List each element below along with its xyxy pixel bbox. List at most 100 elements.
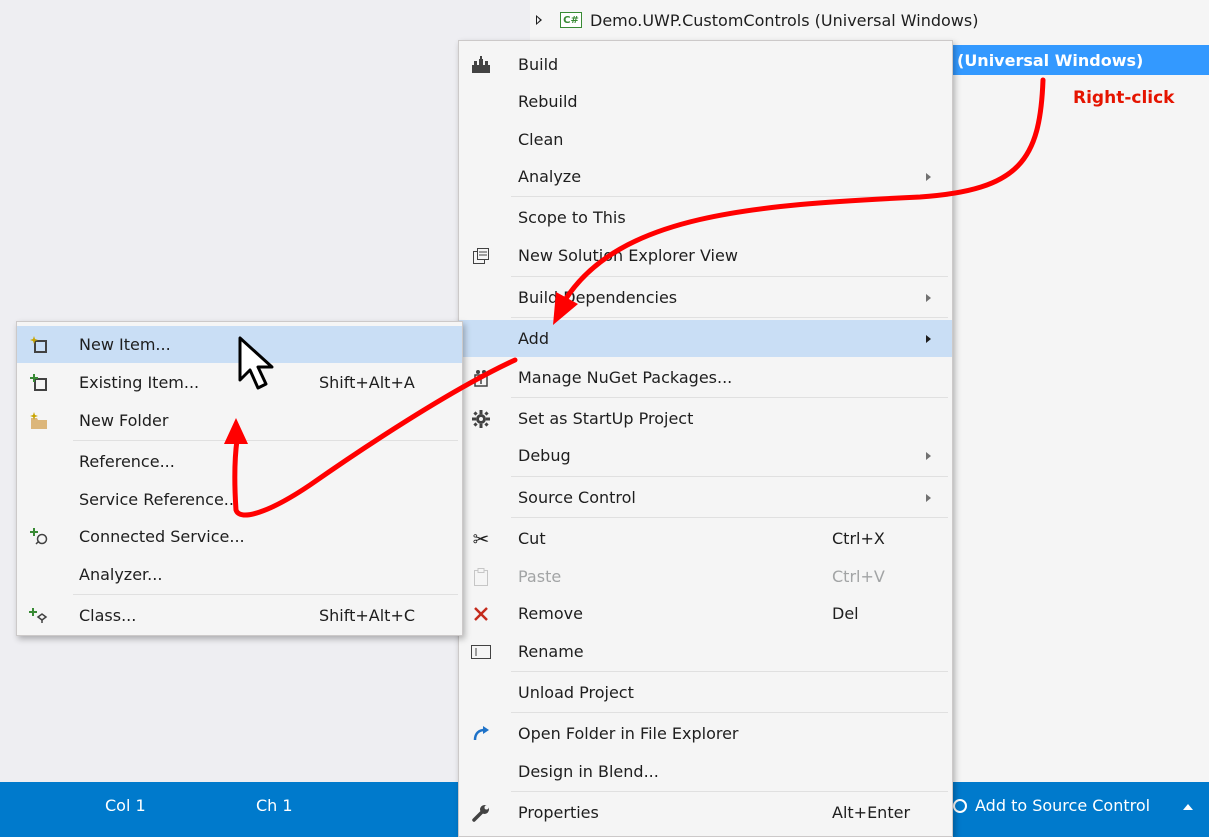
submenu-arrow-icon [926, 293, 931, 302]
menu-item-debug[interactable]: Debug [459, 437, 952, 474]
csharp-project-icon: C# [560, 12, 582, 28]
menu-item-clean[interactable]: Clean [459, 121, 952, 158]
menu-item-label: New Solution Explorer View [518, 246, 738, 265]
scissors-icon: ✂ [472, 526, 490, 551]
menu-item-remove[interactable]: Remove Del [459, 595, 952, 632]
right-click-annotation: Right-click [1073, 88, 1175, 108]
menu-separator [511, 671, 948, 672]
menu-item-label: Paste [518, 567, 562, 586]
menu-item-set-startup[interactable]: Set as StartUp Project [459, 400, 952, 437]
mouse-cursor-icon [238, 336, 274, 390]
submenu-item-label: Connected Service... [79, 527, 245, 546]
submenu-item-label: Existing Item... [79, 373, 200, 392]
menu-item-shortcut: Ctrl+V [832, 567, 885, 586]
menu-item-paste: Paste Ctrl+V [459, 558, 952, 595]
new-view-icon [471, 246, 491, 266]
menu-item-label: Manage NuGet Packages... [518, 368, 733, 387]
menu-item-shortcut: Ctrl+X [832, 529, 885, 548]
submenu-item-new-folder[interactable]: New Folder [17, 402, 462, 439]
status-ch: Ch 1 [256, 796, 293, 815]
menu-separator [511, 196, 948, 197]
menu-item-build[interactable]: Build [459, 46, 952, 83]
menu-item-label: Add [518, 329, 549, 348]
new-item-icon [29, 335, 49, 355]
submenu-item-class[interactable]: Class... Shift+Alt+C [17, 597, 462, 634]
menu-separator [511, 276, 948, 277]
build-icon [471, 55, 491, 75]
menu-item-label: Analyze [518, 167, 582, 186]
submenu-arrow-icon [926, 334, 931, 343]
submenu-item-label: New Item... [79, 335, 171, 354]
rename-icon [471, 642, 491, 662]
submenu-arrow-icon [926, 493, 931, 502]
add-to-source-control-button[interactable]: Add to Source Control [975, 796, 1150, 815]
new-folder-icon [29, 411, 49, 431]
chevron-up-icon[interactable] [1183, 804, 1193, 810]
menu-separator [511, 476, 948, 477]
menu-item-label: Build [518, 55, 559, 74]
paste-icon [471, 567, 491, 587]
menu-item-label: Properties [518, 803, 599, 822]
submenu-item-label: Service Reference... [79, 490, 240, 509]
menu-item-analyze[interactable]: Analyze [459, 158, 952, 195]
class-icon [29, 606, 49, 626]
remove-icon [471, 604, 491, 624]
source-control-icon [953, 799, 967, 813]
menu-item-manage-nuget[interactable]: Manage NuGet Packages... [459, 359, 952, 396]
submenu-item-shortcut: Shift+Alt+A [319, 373, 415, 392]
expand-arrow-icon[interactable] [536, 15, 542, 25]
menu-separator [511, 397, 948, 398]
connected-service-icon [29, 527, 49, 547]
gear-icon [471, 409, 491, 429]
submenu-item-label: Class... [79, 606, 137, 625]
menu-item-rename[interactable]: Rename [459, 633, 952, 670]
menu-item-label: Rebuild [518, 92, 578, 111]
menu-separator [73, 594, 458, 595]
menu-separator [511, 712, 948, 713]
menu-item-rebuild[interactable]: Rebuild [459, 83, 952, 120]
submenu-item-label: New Folder [79, 411, 169, 430]
menu-separator [511, 791, 948, 792]
menu-item-label: Clean [518, 130, 564, 149]
context-menu: Build Rebuild Clean Analyze Scope to Thi… [458, 40, 953, 837]
menu-item-shortcut: Alt+Enter [832, 803, 911, 822]
menu-item-new-solution-explorer-view[interactable]: New Solution Explorer View [459, 237, 952, 274]
tree-item-label: Demo.UWP.CustomControls (Universal Windo… [590, 10, 979, 30]
menu-item-scope-to-this[interactable]: Scope to This [459, 199, 952, 236]
submenu-item-reference[interactable]: Reference... [17, 443, 462, 480]
menu-item-add[interactable]: Add [459, 320, 952, 357]
nuget-icon [471, 368, 491, 388]
submenu-item-label: Reference... [79, 452, 175, 471]
submenu-arrow-icon [926, 172, 931, 181]
submenu-item-service-reference[interactable]: Service Reference... [17, 481, 462, 518]
menu-item-design-in-blend[interactable]: Design in Blend... [459, 753, 952, 790]
menu-item-label: Rename [518, 642, 584, 661]
menu-item-build-dependencies[interactable]: Build Dependencies [459, 279, 952, 316]
submenu-item-analyzer[interactable]: Analyzer... [17, 556, 462, 593]
menu-separator [511, 317, 948, 318]
menu-item-unload-project[interactable]: Unload Project [459, 674, 952, 711]
existing-item-icon [29, 373, 49, 393]
wrench-icon [471, 803, 491, 823]
menu-item-label: Cut [518, 529, 546, 548]
menu-item-label: Unload Project [518, 683, 634, 702]
menu-item-label: Open Folder in File Explorer [518, 724, 739, 743]
menu-item-label: Design in Blend... [518, 762, 659, 781]
menu-item-cut[interactable]: ✂ Cut Ctrl+X [459, 520, 952, 557]
status-col: Col 1 [105, 796, 146, 815]
tree-item-custom-controls[interactable]: C# Demo.UWP.CustomControls (Universal Wi… [530, 5, 1209, 35]
submenu-item-connected-service[interactable]: Connected Service... [17, 518, 462, 555]
menu-item-properties[interactable]: Properties Alt+Enter [459, 794, 952, 831]
menu-item-shortcut: Del [832, 604, 859, 623]
menu-separator [73, 440, 458, 441]
menu-item-label: Build Dependencies [518, 288, 678, 307]
menu-separator [511, 517, 948, 518]
open-folder-icon [471, 724, 491, 744]
menu-item-label: Remove [518, 604, 583, 623]
menu-item-label: Set as StartUp Project [518, 409, 694, 428]
menu-item-open-folder[interactable]: Open Folder in File Explorer [459, 715, 952, 752]
submenu-item-shortcut: Shift+Alt+C [319, 606, 416, 625]
menu-item-source-control[interactable]: Source Control [459, 479, 952, 516]
submenu-arrow-icon [926, 451, 931, 460]
menu-item-label: Debug [518, 446, 571, 465]
